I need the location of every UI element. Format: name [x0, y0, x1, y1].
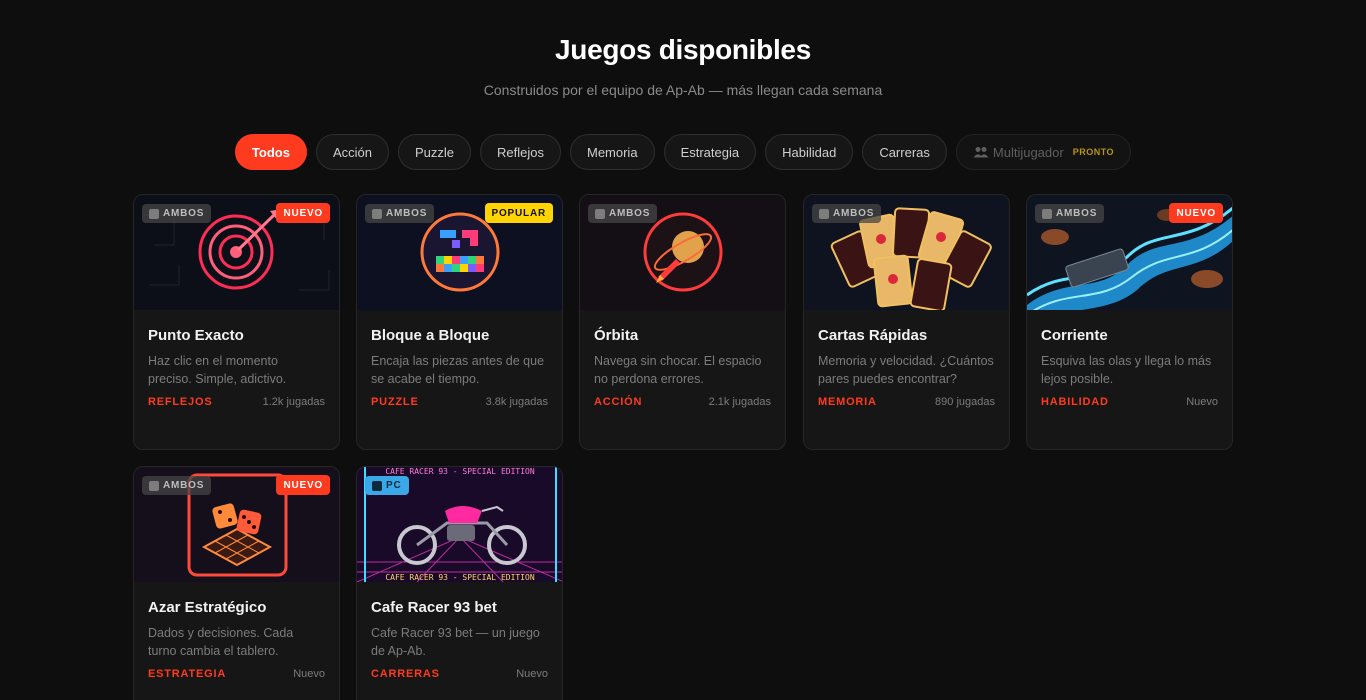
game-category: ESTRATEGIA	[148, 668, 227, 680]
game-plays: Nuevo	[516, 668, 548, 680]
game-description: Haz clic en el momento preciso. Simple, …	[148, 354, 287, 386]
page-title: Juegos disponibles	[555, 34, 811, 65]
platform-badge: AMBOS	[588, 204, 658, 223]
platform-icon	[372, 208, 382, 219]
game-title: Corriente	[1041, 327, 1108, 344]
game-category: REFLEJOS	[148, 396, 213, 408]
platform-icon	[149, 480, 159, 491]
banner-top-text: CAFE RACER 93 - SPECIAL EDITION	[385, 467, 534, 476]
filter-memoria[interactable]: Memoria	[569, 134, 655, 170]
game-category: ACCIÓN	[594, 396, 643, 408]
platform-icon	[819, 208, 829, 219]
game-thumbnail: AMBOS NUEVO	[134, 467, 339, 582]
game-category: CARRERAS	[371, 668, 440, 680]
game-plays: 3.8k jugadas	[485, 396, 548, 408]
platform-badge: AMBOS	[142, 204, 212, 223]
filter-multijugador: Multijugador PRONTO	[955, 134, 1132, 170]
game-thumbnail: AMBOS	[580, 195, 785, 310]
platform-badge: AMBOS	[142, 476, 212, 495]
game-category: HABILIDAD	[1041, 396, 1109, 408]
game-plays: Nuevo	[293, 668, 325, 680]
game-description: Cafe Racer 93 bet — un juego de Ap-Ab.	[371, 626, 540, 658]
game-title: Bloque a Bloque	[371, 327, 490, 344]
filter-todos[interactable]: Todos	[234, 134, 307, 170]
game-plays: Nuevo	[1186, 396, 1218, 408]
game-thumbnail: AMBOS	[804, 195, 1009, 310]
filter-reflejos[interactable]: Reflejos	[480, 134, 561, 170]
filter-accion[interactable]: Acción	[315, 134, 389, 170]
filter-carreras[interactable]: Carreras	[862, 134, 947, 170]
game-thumbnail: AMBOS NUEVO	[1027, 195, 1232, 310]
game-thumbnail: AMBOS NUEVO	[134, 195, 339, 310]
platform-icon	[595, 208, 605, 219]
game-card-azar-estrategico[interactable]: AMBOS NUEVO Azar Estratégico Dados y dec…	[133, 466, 340, 700]
banner-bottom-text: CAFE RACER 93 - SPECIAL EDITION	[385, 573, 534, 582]
platform-icon	[1042, 208, 1052, 219]
game-description: Dados y decisiones. Cada turno cambia el…	[148, 626, 294, 658]
filter-estrategia[interactable]: Estrategia	[663, 134, 757, 170]
game-card-punto-exacto[interactable]: AMBOS NUEVO Punto Exacto Haz clic en el …	[133, 194, 340, 450]
new-badge: NUEVO	[1169, 203, 1223, 223]
game-description: Memoria y velocidad. ¿Cuántos pares pued…	[818, 354, 994, 386]
game-description: Encaja las piezas antes de que se acabe …	[371, 354, 545, 386]
category-filters: Todos Acción Puzzle Reflejos Memoria Est…	[0, 134, 1366, 170]
game-title: Cartas Rápidas	[818, 327, 928, 344]
platform-badge: AMBOS	[1035, 204, 1105, 223]
game-thumbnail: AMBOS POPULAR	[357, 195, 562, 310]
multijugador-label: Multijugador	[992, 144, 1064, 160]
new-badge: NUEVO	[276, 203, 330, 223]
game-card-cartas-rapidas[interactable]: AMBOS Cartas Rápidas Memoria y velocidad…	[803, 194, 1010, 450]
platform-icon	[149, 208, 159, 219]
game-description: Esquiva las olas y llega lo más lejos po…	[1041, 354, 1212, 386]
platform-badge: AMBOS	[365, 204, 435, 223]
game-title: Cafe Racer 93 bet	[371, 599, 497, 616]
platform-badge: AMBOS	[812, 204, 882, 223]
game-card-orbita[interactable]: AMBOS Órbita Navega sin chocar. El espac…	[579, 194, 786, 450]
game-title: Punto Exacto	[148, 327, 244, 344]
game-card-corriente[interactable]: AMBOS NUEVO Corriente Esquiva las olas y…	[1026, 194, 1233, 450]
game-card-cafe-racer[interactable]: CAFE RACER 93 - SPECIAL EDITION CAFE RAC…	[356, 466, 563, 700]
soon-badge: PRONTO	[1072, 147, 1115, 157]
new-badge: NUEVO	[276, 475, 330, 495]
game-description: Navega sin chocar. El espacio no perdona…	[594, 354, 762, 386]
game-plays: 890 jugadas	[935, 396, 995, 408]
page-subtitle: Construidos por el equipo de Ap-Ab — más…	[483, 82, 883, 98]
people-icon	[973, 147, 989, 158]
monitor-icon	[372, 480, 382, 491]
game-title: Azar Estratégico	[148, 599, 267, 616]
game-card-bloque-a-bloque[interactable]: AMBOS POPULAR Bloque a Bloque Encaja las…	[356, 194, 563, 450]
game-category: PUZZLE	[371, 396, 419, 408]
filter-habilidad[interactable]: Habilidad	[765, 134, 854, 170]
game-plays: 2.1k jugadas	[708, 396, 771, 408]
platform-badge: PC	[365, 476, 409, 495]
game-thumbnail: CAFE RACER 93 - SPECIAL EDITION CAFE RAC…	[357, 467, 562, 582]
filter-puzzle[interactable]: Puzzle	[397, 134, 472, 170]
game-plays: 1.2k jugadas	[262, 396, 325, 408]
game-title: Órbita	[594, 327, 639, 344]
game-category: MEMORIA	[818, 396, 877, 408]
popular-badge: POPULAR	[484, 203, 553, 223]
